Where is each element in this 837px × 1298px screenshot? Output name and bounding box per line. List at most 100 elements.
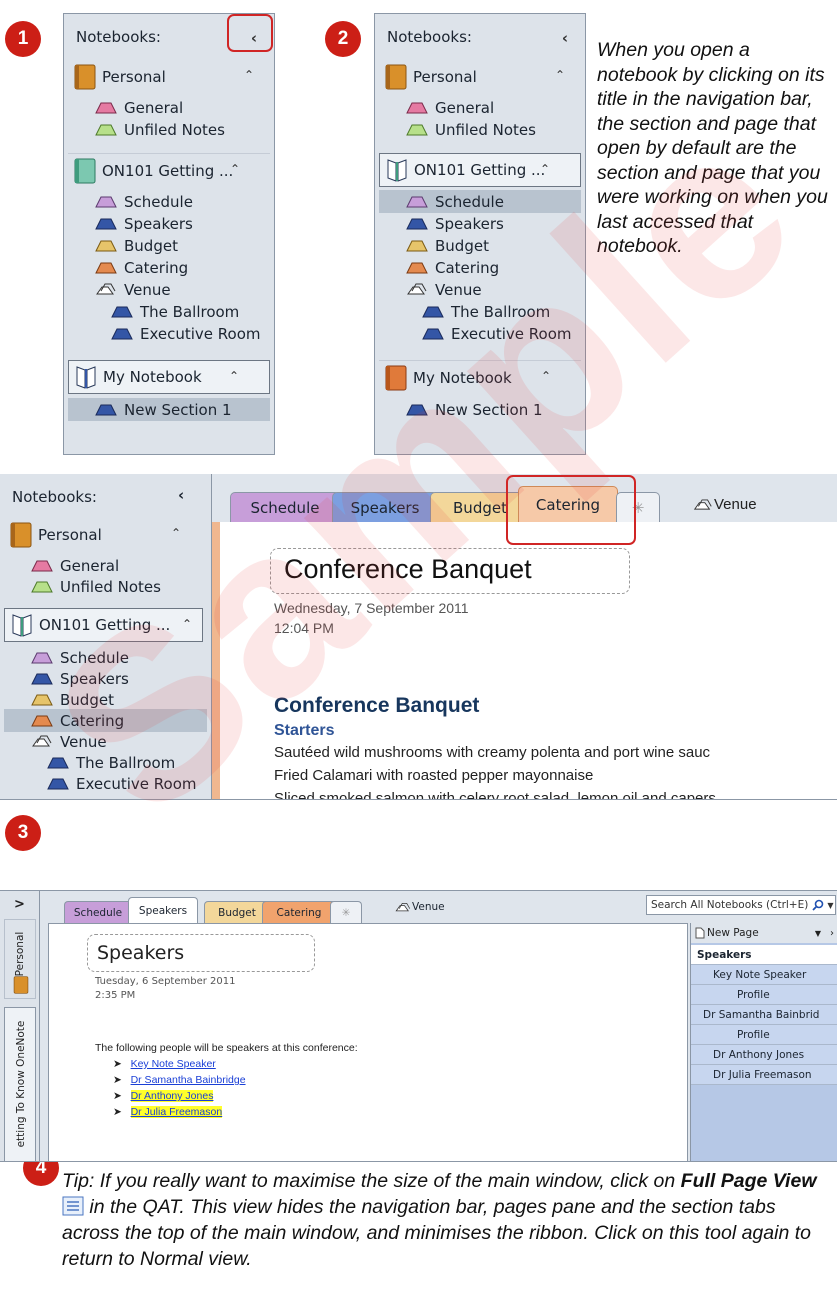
section-the-ballroom[interactable]: The Ballroom xyxy=(4,751,207,774)
tab-speakers[interactable]: Speakers xyxy=(332,492,438,522)
section-executive-room[interactable]: Executive Room xyxy=(68,322,270,345)
section-icon xyxy=(406,404,428,416)
chevron-up-icon[interactable]: ⌃ xyxy=(540,162,550,176)
page-tab-item[interactable]: Profile xyxy=(691,985,837,1005)
section-icon xyxy=(406,102,428,114)
section-label: The Ballroom xyxy=(76,753,176,772)
page-time: 2:35 PM xyxy=(95,990,136,1001)
section-budget[interactable]: Budget xyxy=(68,234,270,257)
section-budget[interactable]: Budget xyxy=(4,688,207,711)
collapsed-notebook-personal[interactable]: Personal xyxy=(4,919,36,999)
new-page-button[interactable]: New Page ▼ › xyxy=(691,923,837,943)
new-section-tab[interactable]: ✳ xyxy=(330,901,362,923)
tab-schedule[interactable]: Schedule xyxy=(230,492,340,522)
chevron-up-icon[interactable]: ⌃ xyxy=(555,68,565,82)
page-tab-label: Dr Julia Freemason xyxy=(713,1068,812,1081)
chevron-up-icon[interactable]: ⌃ xyxy=(182,617,192,631)
page-canvas[interactable]: Conference Banquet Wednesday, 7 Septembe… xyxy=(212,522,837,799)
bullet-link[interactable]: Key Note Speaker xyxy=(131,1058,216,1070)
section-speakers[interactable]: Speakers xyxy=(379,212,581,235)
section-schedule[interactable]: Schedule xyxy=(379,190,581,213)
chevron-up-icon[interactable]: ⌃ xyxy=(244,68,254,82)
bullet-item: ➤ Key Note Speaker xyxy=(113,1058,216,1070)
section-executive-room[interactable]: Executive Room xyxy=(379,322,581,345)
section-the-ballroom[interactable]: The Ballroom xyxy=(68,300,270,323)
notebook-on101[interactable]: ON101 Getting ... ⌃ xyxy=(4,608,203,642)
collapse-nav-button[interactable]: ‹ xyxy=(555,28,575,48)
chevron-up-icon[interactable]: ⌃ xyxy=(171,526,181,540)
notebook-on101[interactable]: ON101 Getting ... ⌃ xyxy=(379,153,581,187)
bullet-link[interactable]: Dr Samantha Bainbridge xyxy=(131,1074,246,1086)
expand-nav-button[interactable]: > xyxy=(14,897,25,912)
page-tab-item[interactable]: Dr Anthony Jones xyxy=(691,1045,837,1065)
tab-venue[interactable]: Venue xyxy=(394,901,445,913)
notebook-personal[interactable]: Personal ⌃ xyxy=(68,60,270,94)
notebook-personal[interactable]: Personal ⌃ xyxy=(379,60,581,94)
content-line: Sautéed wild mushrooms with creamy polen… xyxy=(274,744,711,761)
chevron-right-icon[interactable]: › xyxy=(830,928,834,939)
tab-catering[interactable]: Catering xyxy=(262,901,336,923)
tab-schedule[interactable]: Schedule xyxy=(64,901,132,923)
notebook-my-notebook[interactable]: My Notebook ⌃ xyxy=(379,360,581,394)
page-tab-item[interactable]: Dr Julia Freemason xyxy=(691,1065,837,1085)
section-unfiled-notes[interactable]: Unfiled Notes xyxy=(4,575,207,598)
section-catering[interactable]: Catering xyxy=(379,256,581,279)
section-label: Executive Room xyxy=(451,324,572,343)
page-canvas[interactable]: Speakers Tuesday, 6 September 2011 2:35 … xyxy=(48,923,688,1161)
notebooks-title: Notebooks: xyxy=(76,28,161,46)
search-scope-dropdown-icon[interactable]: ▼ xyxy=(827,901,833,910)
notebook-my-notebook[interactable]: My Notebook ⌃ xyxy=(68,360,270,394)
collapsed-nav: > Personal etting To Know OneNote xyxy=(0,891,40,1161)
tab-venue[interactable]: Venue xyxy=(692,496,757,513)
screenshot-step3: Notebooks: ‹ Personal ⌃ General Unfiled … xyxy=(0,474,837,800)
bullet-link[interactable]: Dr Julia Freemason xyxy=(130,1106,223,1118)
page-tab-item[interactable]: Key Note Speaker xyxy=(691,965,837,985)
screenshot-step4: > Personal etting To Know OneNote Schedu… xyxy=(0,890,837,1162)
section-label: Executive Room xyxy=(140,324,261,343)
notebook-personal[interactable]: Personal ⌃ xyxy=(4,518,207,552)
section-executive-room[interactable]: Executive Room xyxy=(4,772,207,795)
section-schedule[interactable]: Schedule xyxy=(4,646,207,669)
section-schedule[interactable]: Schedule xyxy=(68,190,270,213)
page-tab-item[interactable]: Dr Samantha Bainbrid xyxy=(691,1005,837,1025)
chevron-up-icon[interactable]: ⌃ xyxy=(229,369,239,383)
section-speakers[interactable]: Speakers xyxy=(4,667,207,690)
section-new-section-1[interactable]: New Section 1 xyxy=(68,398,270,421)
tab-label: Catering xyxy=(276,906,322,919)
collapse-nav-button[interactable]: ‹ xyxy=(178,486,184,504)
section-group-venue[interactable]: Venue xyxy=(379,278,581,301)
section-icon xyxy=(95,404,117,416)
search-icon[interactable] xyxy=(812,899,824,911)
section-icon xyxy=(422,328,444,340)
chevron-up-icon[interactable]: ⌃ xyxy=(230,162,240,176)
search-box[interactable]: Search All Notebooks (Ctrl+E) ▼ xyxy=(646,895,836,915)
collapsed-notebook-getting-to-know[interactable]: etting To Know OneNote xyxy=(4,1007,36,1161)
page-tab-item[interactable]: Profile xyxy=(691,1025,837,1045)
section-catering[interactable]: Catering xyxy=(68,256,270,279)
content-line: Sliced smoked salmon with celery root sa… xyxy=(274,790,716,800)
bullet-link[interactable]: Dr Anthony Jones xyxy=(130,1090,214,1102)
section-new-section-1[interactable]: New Section 1 xyxy=(379,398,581,421)
section-unfiled-notes[interactable]: Unfiled Notes xyxy=(379,118,581,141)
section-unfiled-notes[interactable]: Unfiled Notes xyxy=(68,118,270,141)
section-general[interactable]: General xyxy=(68,96,270,119)
section-speakers[interactable]: Speakers xyxy=(68,212,270,235)
page-tab-item[interactable]: Speakers xyxy=(691,945,837,965)
section-general[interactable]: General xyxy=(4,554,207,577)
section-icon xyxy=(111,306,133,318)
section-budget[interactable]: Budget xyxy=(379,234,581,257)
tab-budget[interactable]: Budget xyxy=(204,901,270,923)
page-title: Conference Banquet xyxy=(284,554,532,584)
section-group-venue[interactable]: Venue xyxy=(4,730,207,753)
section-group-venue[interactable]: Venue xyxy=(68,278,270,301)
chevron-up-icon[interactable]: ⌃ xyxy=(541,369,551,383)
section-icon xyxy=(95,262,117,274)
section-general[interactable]: General xyxy=(379,96,581,119)
notebook-on101[interactable]: ON101 Getting ... ⌃ xyxy=(68,153,270,187)
tab-speakers[interactable]: Speakers xyxy=(128,897,198,923)
section-catering[interactable]: Catering xyxy=(4,709,207,732)
section-the-ballroom[interactable]: The Ballroom xyxy=(379,300,581,323)
chevron-down-icon[interactable]: ▼ xyxy=(815,929,821,938)
section-label: Catering xyxy=(435,258,500,277)
section-label: Speakers xyxy=(60,669,129,688)
